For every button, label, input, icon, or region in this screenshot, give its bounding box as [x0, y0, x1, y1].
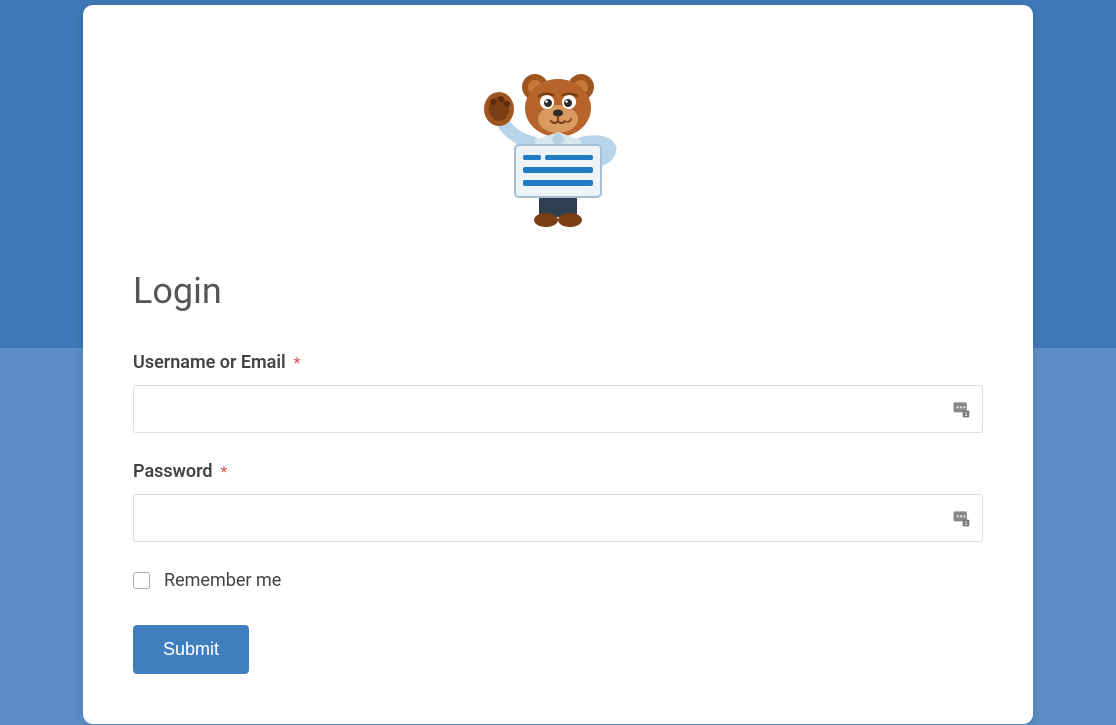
password-manager-icon[interactable]: 1 — [951, 508, 971, 528]
username-input-wrap: 1 — [133, 385, 983, 433]
username-label: Username or Email * — [133, 353, 301, 372]
password-label-text: Password — [133, 461, 213, 482]
logo-container — [133, 65, 983, 230]
password-label: Password * — [133, 462, 227, 481]
submit-button[interactable]: Submit — [133, 625, 249, 674]
remember-me-row: Remember me — [133, 570, 983, 591]
svg-text:1: 1 — [964, 412, 967, 418]
required-marker: * — [221, 462, 228, 481]
username-label-text: Username or Email — [133, 352, 286, 373]
username-input[interactable] — [133, 385, 983, 433]
remember-me-label: Remember me — [164, 570, 281, 591]
required-marker: * — [294, 353, 301, 372]
username-field: Username or Email * 1 — [133, 352, 983, 433]
login-card: Login Username or Email * 1 Password * — [83, 5, 1033, 724]
password-input[interactable] — [133, 494, 983, 542]
login-heading: Login — [133, 270, 983, 312]
svg-text:1: 1 — [964, 521, 967, 527]
password-input-wrap: 1 — [133, 494, 983, 542]
bear-mascot-logo — [473, 65, 643, 230]
password-field: Password * 1 — [133, 461, 983, 542]
remember-me-checkbox[interactable] — [133, 572, 150, 589]
password-manager-icon[interactable]: 1 — [951, 399, 971, 419]
